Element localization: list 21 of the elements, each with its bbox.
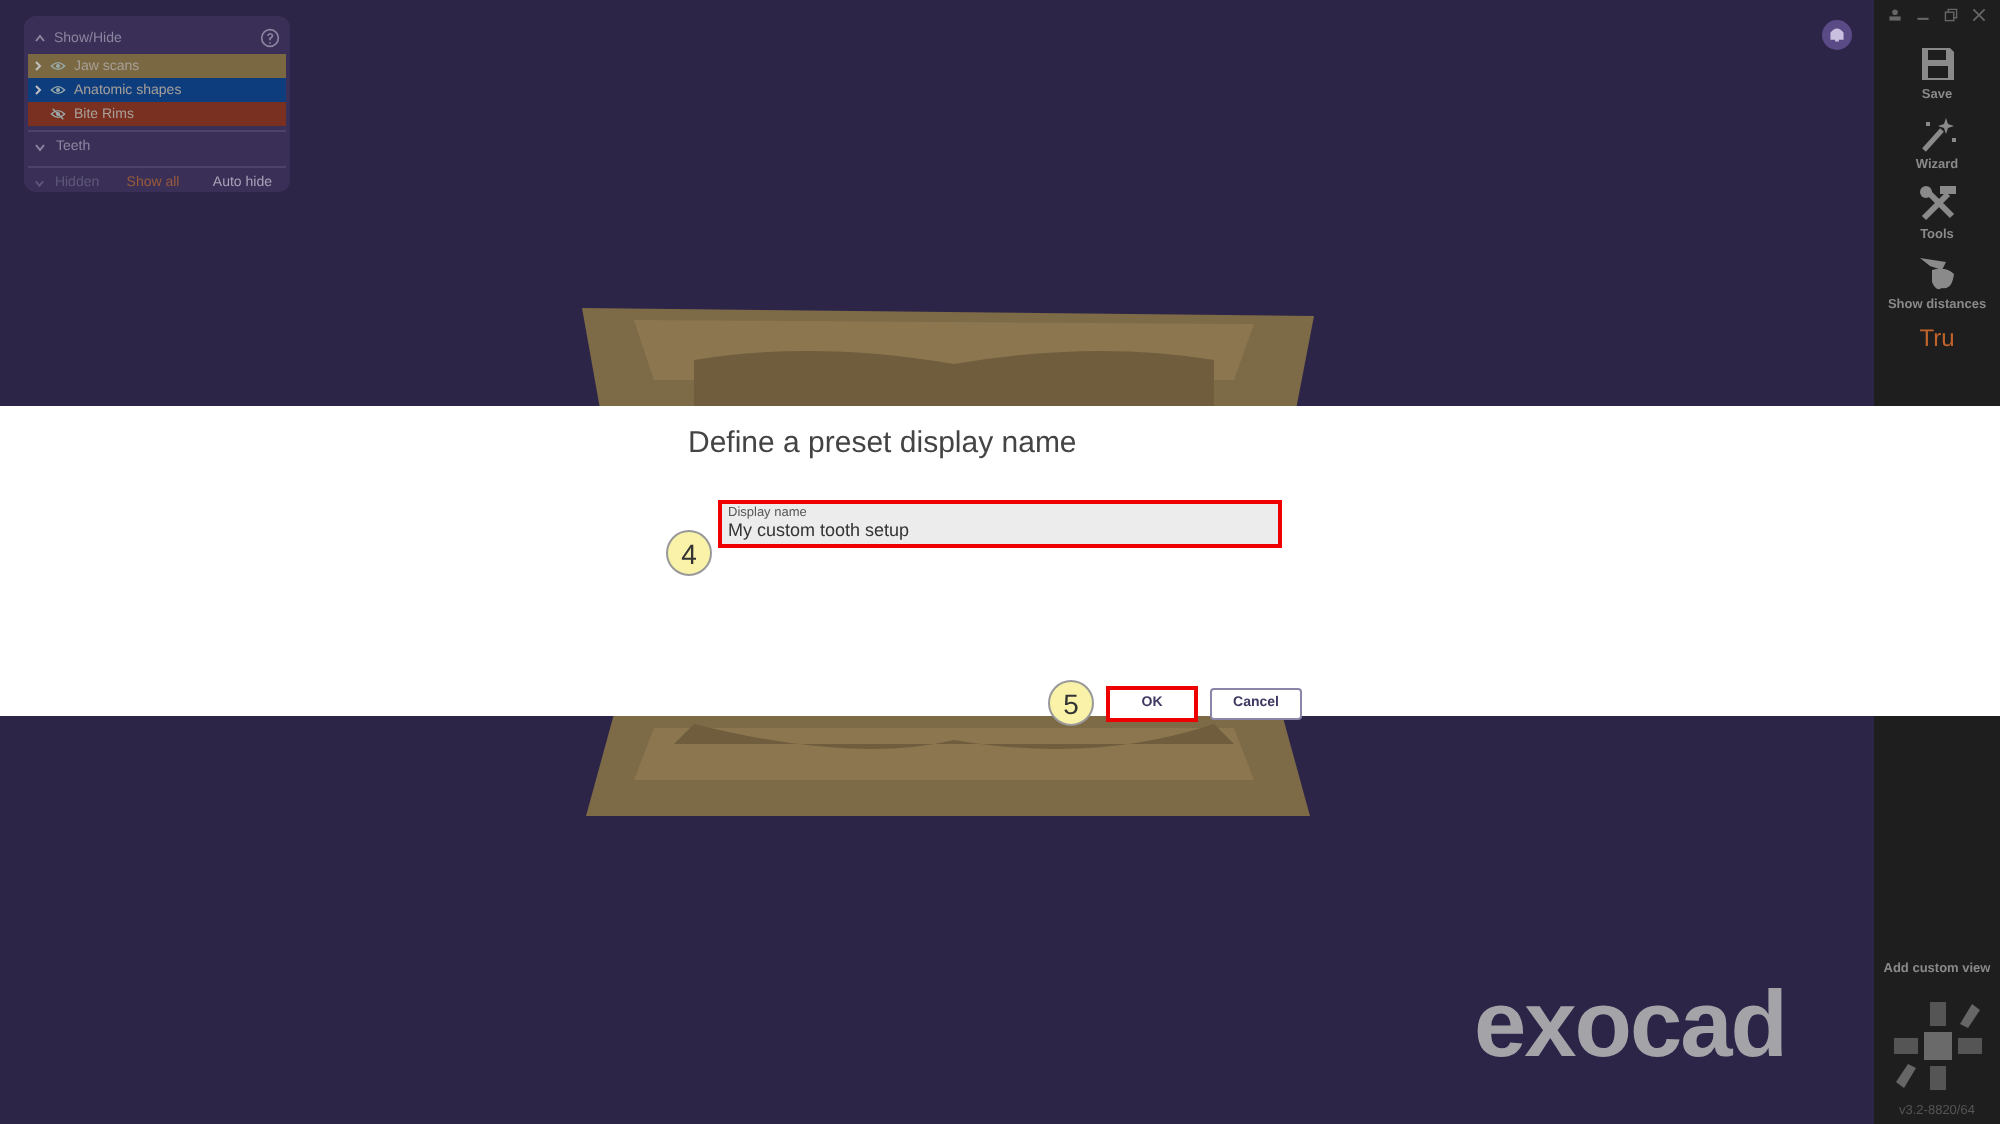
eye-icon[interactable] bbox=[50, 60, 66, 72]
restore-icon[interactable] bbox=[1944, 8, 1958, 22]
eye-icon[interactable] bbox=[50, 84, 66, 96]
chevron-right-icon[interactable] bbox=[34, 84, 42, 96]
help-icon[interactable] bbox=[260, 28, 280, 48]
close-icon[interactable] bbox=[1972, 8, 1986, 22]
step-marker: 4 bbox=[666, 530, 712, 576]
brand-logo: exocad bbox=[1474, 968, 1786, 1078]
bell-icon[interactable] bbox=[1822, 20, 1852, 50]
chevron-right-icon[interactable] bbox=[34, 60, 42, 72]
tooth-icon bbox=[1917, 254, 1957, 294]
dialog-title: Define a preset display name bbox=[686, 426, 1079, 460]
magic-wand-icon bbox=[1917, 114, 1957, 154]
tru-logo: Tru bbox=[1919, 324, 1955, 352]
chevron-down-icon[interactable] bbox=[34, 179, 45, 187]
hammer-wrench-icon bbox=[1917, 184, 1957, 224]
chevron-up-icon[interactable] bbox=[34, 34, 46, 42]
chevron-down-icon[interactable] bbox=[34, 143, 46, 151]
step-marker: 5 bbox=[1048, 680, 1094, 726]
eye-slash-icon[interactable] bbox=[50, 108, 66, 120]
user-icon[interactable] bbox=[1888, 8, 1902, 22]
